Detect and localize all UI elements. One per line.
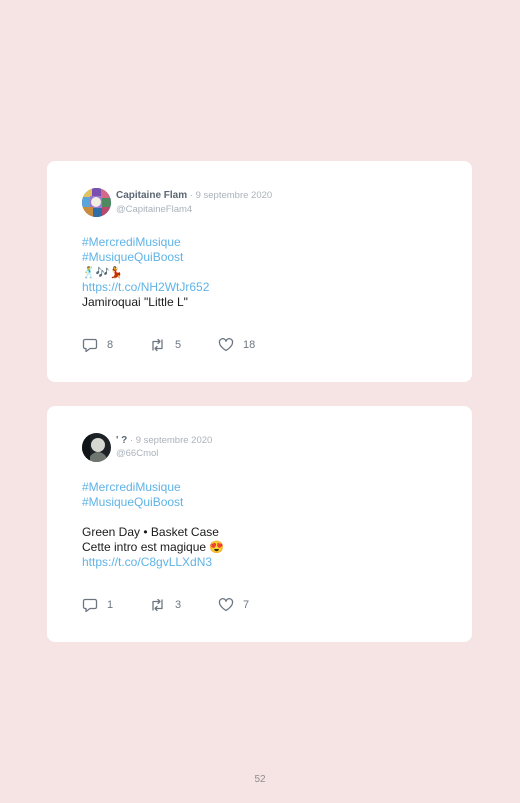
emoji-line: 🕺🎶💃 bbox=[82, 266, 124, 279]
tweet-link[interactable]: https://t.co/NH2WtJr652 bbox=[82, 280, 209, 295]
author-name[interactable]: Capitaine Flam bbox=[116, 190, 187, 201]
retweet-button[interactable]: 3 bbox=[149, 597, 181, 613]
tweet-header: ' ? · 9 septembre 2020 bbox=[116, 435, 212, 446]
tweet-line: Green Day • Basket Case bbox=[82, 525, 219, 539]
page-number: 52 bbox=[254, 774, 266, 785]
reply-icon bbox=[82, 338, 98, 352]
reply-count: 8 bbox=[107, 339, 114, 351]
author-handle[interactable]: @66Cmol bbox=[116, 448, 158, 459]
retweet-count: 5 bbox=[175, 339, 182, 351]
retweet-icon bbox=[152, 338, 163, 352]
reply-button[interactable]: 8 bbox=[82, 337, 113, 353]
avatar[interactable] bbox=[82, 433, 111, 462]
author-handle[interactable]: @CapitaineFlam4 bbox=[116, 204, 192, 215]
tweet-card: Capitaine Flam · 9 septembre 2020 @Capit… bbox=[47, 161, 472, 382]
like-count: 18 bbox=[243, 339, 256, 351]
tweet-text: #MercrediMusique #MusiqueQuiBoost Green … bbox=[82, 480, 224, 570]
tweet-line: Cette intro est magique 😍 bbox=[82, 540, 225, 554]
tweet-link[interactable]: https://t.co/C8gvLLXdN3 bbox=[82, 555, 224, 570]
tweet-date[interactable]: · 9 septembre 2020 bbox=[127, 435, 212, 446]
avatar[interactable] bbox=[82, 188, 111, 217]
tweet-line: Jamiroquai "Little L" bbox=[82, 295, 188, 309]
hashtag-link[interactable]: #MercrediMusique bbox=[82, 235, 209, 250]
like-count: 7 bbox=[243, 599, 250, 611]
tweet-header: Capitaine Flam · 9 septembre 2020 bbox=[116, 190, 272, 201]
dark-portrait-avatar-icon bbox=[82, 433, 111, 462]
retweet-icon bbox=[152, 598, 163, 612]
tweet-card: ' ? · 9 septembre 2020 @66Cmol #Mercredi… bbox=[47, 406, 472, 642]
reply-icon bbox=[82, 598, 98, 612]
retweet-count: 3 bbox=[175, 599, 182, 611]
like-button[interactable]: 7 bbox=[218, 597, 249, 613]
author-name[interactable]: ' ? bbox=[116, 435, 127, 446]
retweet-button[interactable]: 5 bbox=[149, 337, 181, 353]
hashtag-link[interactable]: #MusiqueQuiBoost bbox=[82, 495, 224, 510]
colorful-mosaic-avatar-icon bbox=[82, 188, 111, 217]
tweet-text: #MercrediMusique #MusiqueQuiBoost 🕺🎶💃 ht… bbox=[82, 235, 209, 310]
hashtag-link[interactable]: #MercrediMusique bbox=[82, 480, 224, 495]
reply-button[interactable]: 1 bbox=[82, 597, 113, 613]
hashtag-link[interactable]: #MusiqueQuiBoost bbox=[82, 250, 209, 265]
tweet-date[interactable]: · 9 septembre 2020 bbox=[187, 190, 272, 201]
heart-icon bbox=[218, 338, 234, 352]
reply-count: 1 bbox=[107, 599, 114, 611]
heart-icon bbox=[218, 598, 234, 612]
like-button[interactable]: 18 bbox=[218, 337, 255, 353]
